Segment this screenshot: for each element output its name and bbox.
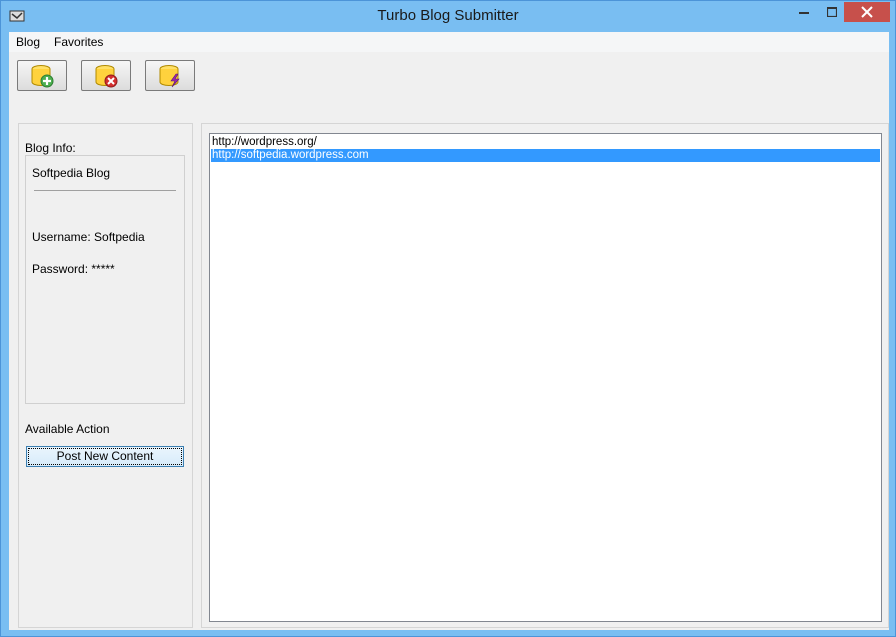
post-new-content-button[interactable]: Post New Content xyxy=(26,446,184,467)
list-item-selected[interactable]: http://softpedia.wordpress.com xyxy=(211,149,880,162)
title-bar[interactable]: Turbo Blog Submitter xyxy=(1,1,895,32)
divider xyxy=(34,190,176,191)
add-blog-button[interactable] xyxy=(17,60,67,91)
password-label: Password: ***** xyxy=(32,262,115,276)
window-title: Turbo Blog Submitter xyxy=(377,7,519,24)
blog-list-panel: http://wordpress.org/ http://softpedia.w… xyxy=(201,123,889,628)
minimize-button[interactable] xyxy=(791,2,817,22)
blog-info-box: Softpedia Blog Username: Softpedia Passw… xyxy=(25,155,185,404)
minimize-icon xyxy=(799,12,809,14)
maximize-icon xyxy=(827,7,837,17)
client-area: Blog Favorites Blog Info: Softpedia Blog… xyxy=(9,32,889,630)
close-button[interactable] xyxy=(844,2,890,22)
blog-name: Softpedia Blog xyxy=(32,166,111,180)
database-add-icon xyxy=(31,64,54,87)
close-icon xyxy=(861,6,873,18)
database-lightning-icon xyxy=(159,64,180,87)
maximize-button[interactable] xyxy=(819,2,845,22)
blog-info-heading: Blog Info: xyxy=(25,141,76,155)
blog-info-panel: Blog Info: Softpedia Blog Username: Soft… xyxy=(18,123,193,628)
username-label: Username: Softpedia xyxy=(32,230,145,244)
menu-favorites[interactable]: Favorites xyxy=(47,32,110,52)
remove-blog-button[interactable] xyxy=(81,60,131,91)
database-remove-icon xyxy=(95,64,118,87)
menu-bar: Blog Favorites xyxy=(9,32,889,52)
blog-list[interactable]: http://wordpress.org/ http://softpedia.w… xyxy=(209,133,882,622)
toolbar xyxy=(9,52,889,122)
menu-blog[interactable]: Blog xyxy=(9,32,47,52)
focus-rect xyxy=(28,448,182,465)
app-window: Turbo Blog Submitter Blog Favorites Blog… xyxy=(0,0,896,637)
edit-blog-button[interactable] xyxy=(145,60,195,91)
available-action-heading: Available Action xyxy=(25,422,110,436)
list-item[interactable]: http://wordpress.org/ xyxy=(211,136,880,149)
